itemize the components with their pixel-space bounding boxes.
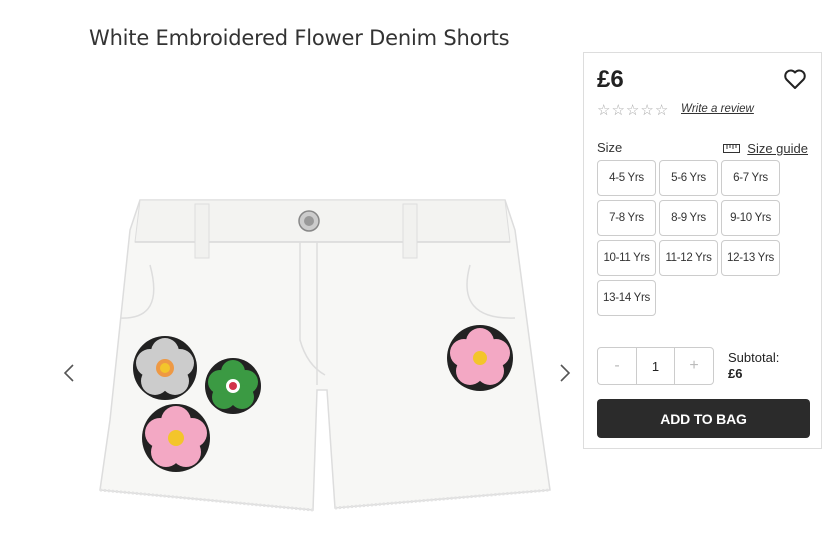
rating-stars: ☆ ☆ ☆ ☆ ☆ — [597, 102, 669, 119]
size-option[interactable]: 9-10 Yrs — [721, 200, 780, 236]
size-option[interactable]: 7-8 Yrs — [597, 200, 656, 236]
add-to-bag-button[interactable]: ADD TO BAG — [597, 399, 810, 438]
size-option[interactable]: 13-14 Yrs — [597, 280, 656, 316]
size-options: 4-5 Yrs 5-6 Yrs 6-7 Yrs 7-8 Yrs 8-9 Yrs … — [597, 160, 787, 316]
chevron-left-icon — [63, 364, 74, 382]
quantity-increase-button[interactable]: + — [675, 348, 713, 384]
gallery-prev-button[interactable] — [58, 361, 82, 385]
size-option[interactable]: 8-9 Yrs — [659, 200, 718, 236]
size-option[interactable]: 12-13 Yrs — [721, 240, 780, 276]
size-option[interactable]: 10-11 Yrs — [597, 240, 656, 276]
star-outline-icon: ☆ — [640, 102, 654, 119]
product-title: White Embroidered Flower Denim Shorts — [89, 26, 510, 51]
size-option[interactable]: 6-7 Yrs — [721, 160, 780, 196]
subtotal-label: Subtotal: — [728, 350, 780, 365]
purchase-panel: £6 ☆ ☆ ☆ ☆ ☆ Write a review Size Size gu… — [583, 52, 822, 449]
product-price: £6 — [597, 66, 624, 93]
product-image — [99, 199, 551, 512]
size-guide-label: Size guide — [747, 141, 808, 156]
ruler-icon — [723, 144, 741, 153]
quantity-value[interactable]: 1 — [636, 348, 675, 384]
size-option[interactable]: 5-6 Yrs — [659, 160, 718, 196]
star-outline-icon: ☆ — [611, 102, 625, 119]
size-option[interactable]: 11-12 Yrs — [659, 240, 718, 276]
wishlist-button[interactable] — [783, 67, 807, 91]
size-label: Size — [597, 140, 623, 155]
star-outline-icon: ☆ — [654, 102, 669, 119]
star-outline-icon: ☆ — [625, 102, 640, 119]
size-guide-link[interactable]: Size guide — [723, 141, 808, 156]
chevron-right-icon — [560, 364, 571, 382]
write-review-link[interactable]: Write a review — [681, 103, 754, 115]
gallery-next-button[interactable] — [552, 361, 576, 385]
subtotal: Subtotal: £6 — [728, 350, 779, 382]
quantity-decrease-button[interactable]: - — [598, 348, 636, 384]
heart-icon — [784, 69, 806, 89]
subtotal-amount: £6 — [728, 366, 743, 381]
quantity-stepper: - 1 + — [597, 347, 714, 385]
size-option[interactable]: 4-5 Yrs — [597, 160, 656, 196]
star-outline-icon: ☆ — [597, 102, 611, 119]
